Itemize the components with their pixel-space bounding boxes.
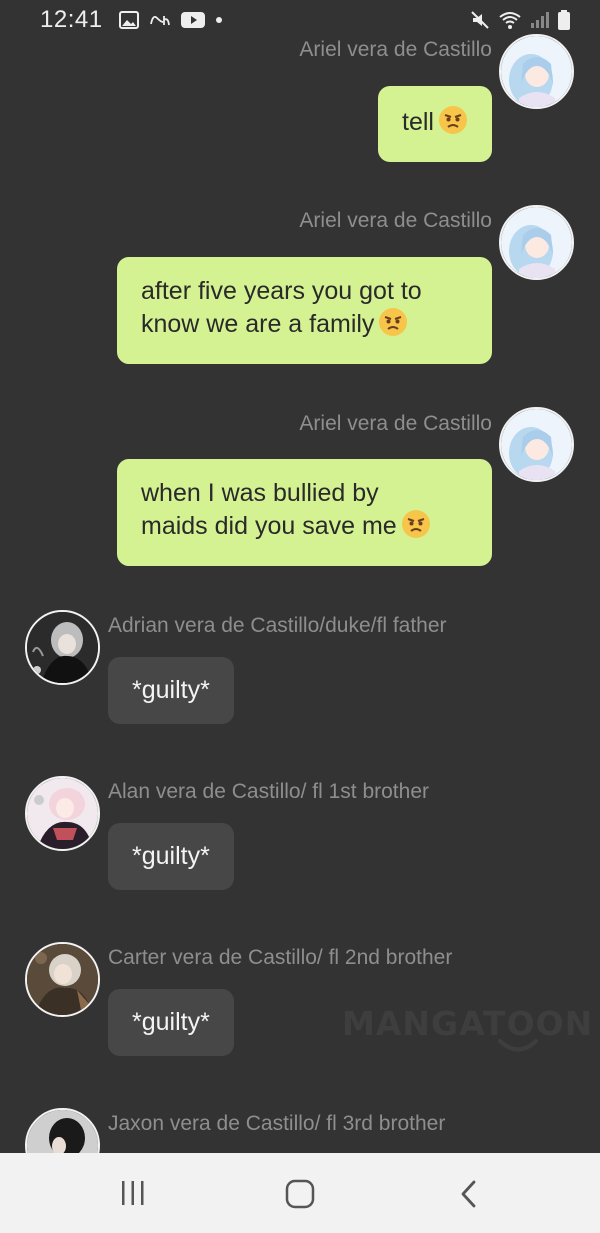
sender-name: Jaxon vera de Castillo/ fl 3rd brother — [108, 1112, 446, 1135]
message-bubble[interactable]: after five years you got to know we are … — [117, 257, 492, 364]
avatar[interactable] — [25, 776, 100, 851]
avatar[interactable] — [25, 1108, 100, 1153]
avatar[interactable] — [25, 942, 100, 1017]
sender-name: Ariel vera de Castillo — [299, 209, 492, 232]
angry-face-emoji — [438, 105, 468, 143]
sender-name: Adrian vera de Castillo/duke/fl father — [108, 614, 447, 637]
angry-face-emoji — [401, 509, 431, 547]
message-bubble[interactable]: *guilty* — [108, 657, 234, 724]
avatar[interactable] — [25, 610, 100, 685]
watermark-smile-icon — [496, 1038, 540, 1059]
sender-name: Carter vera de Castillo/ fl 2nd brother — [108, 946, 453, 969]
avatar[interactable] — [499, 407, 574, 482]
message-bubble[interactable]: when I was bullied by maids did you save… — [117, 459, 492, 566]
message-text-line: know we are a family — [141, 310, 375, 338]
chat-area[interactable]: Ariel vera de Castillo tell Ariel vera d… — [0, 0, 600, 1153]
angry-face-emoji — [378, 307, 408, 345]
watermark: MANGATOON — [342, 1004, 594, 1043]
sender-name: Ariel vera de Castillo — [299, 412, 492, 435]
home-icon[interactable] — [284, 1179, 316, 1209]
message-text: *guilty* — [132, 676, 210, 704]
avatar[interactable] — [499, 34, 574, 109]
message-text-line: when I was bullied by — [141, 479, 379, 507]
message-text: *guilty* — [132, 842, 210, 870]
message-bubble[interactable]: *guilty* — [108, 823, 234, 890]
navigation-bar — [0, 1153, 600, 1233]
back-icon[interactable] — [456, 1179, 480, 1209]
message-text-line: after five years you got to — [141, 277, 422, 305]
avatar[interactable] — [499, 205, 574, 280]
recent-apps-icon[interactable] — [118, 1179, 148, 1207]
message-text: *guilty* — [132, 1008, 210, 1036]
message-text: tell — [402, 108, 434, 136]
sender-name: Ariel vera de Castillo — [299, 38, 492, 61]
sender-name: Alan vera de Castillo/ fl 1st brother — [108, 780, 429, 803]
message-bubble[interactable]: *guilty* — [108, 989, 234, 1056]
message-bubble[interactable]: tell — [378, 86, 492, 162]
message-text-line: maids did you save me — [141, 512, 397, 540]
